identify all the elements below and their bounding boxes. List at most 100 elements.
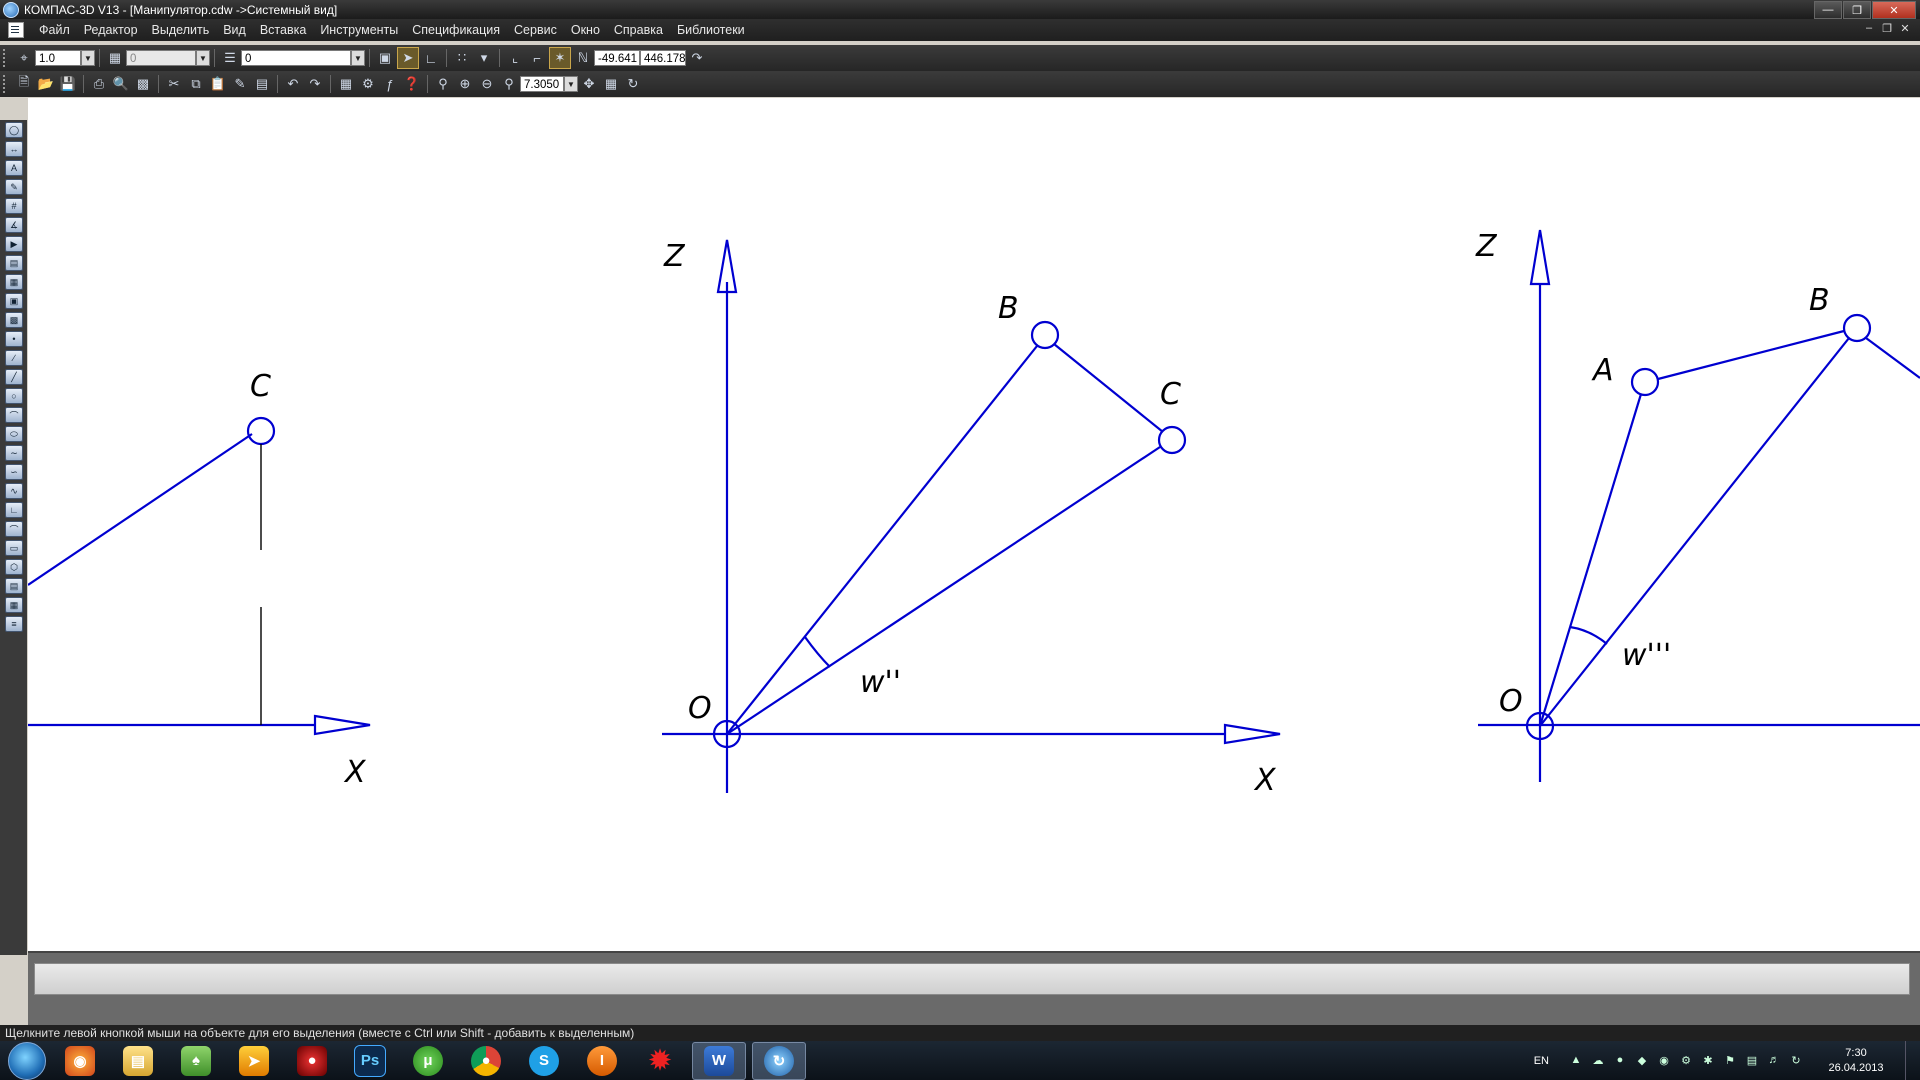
left-x-arrow[interactable] bbox=[313, 714, 371, 736]
document-icon[interactable] bbox=[8, 22, 24, 38]
menu-view[interactable]: Вид bbox=[216, 23, 253, 37]
menu-edit[interactable]: Редактор bbox=[77, 23, 145, 37]
security-icon[interactable]: ◉ bbox=[1656, 1054, 1672, 1068]
show-all-icon[interactable]: ▦ bbox=[601, 74, 621, 94]
middle-joint-c[interactable] bbox=[1157, 425, 1187, 455]
scale-dropdown-icon[interactable]: ▼ bbox=[81, 50, 95, 66]
right-z-arrow[interactable] bbox=[1529, 229, 1551, 286]
fragment-tool-icon[interactable]: ▩ bbox=[5, 312, 23, 328]
taskbar-skype[interactable]: S bbox=[518, 1043, 570, 1079]
left-joint-c[interactable] bbox=[246, 416, 276, 446]
circle-tool-icon[interactable]: ○ bbox=[5, 388, 23, 404]
undo-icon[interactable]: ↶ bbox=[283, 74, 303, 94]
menu-file[interactable]: Файл bbox=[32, 23, 77, 37]
polyline-tool-icon[interactable]: ∽ bbox=[5, 464, 23, 480]
zoom-field[interactable]: 7.3050 bbox=[520, 76, 564, 92]
layers-icon[interactable]: ☰ bbox=[220, 48, 240, 68]
menu-service[interactable]: Сервис bbox=[507, 23, 564, 37]
reports-tool-icon[interactable]: ▦ bbox=[5, 274, 23, 290]
equidistant-tool-icon[interactable]: ≡ bbox=[5, 616, 23, 632]
right-link-ob[interactable] bbox=[1539, 337, 1850, 727]
ellipse-tool-icon[interactable]: ⬭ bbox=[5, 426, 23, 442]
network-icon[interactable]: ▤ bbox=[1744, 1054, 1760, 1068]
aux-line-tool-icon[interactable]: ∕ bbox=[5, 350, 23, 366]
taskbar-chrome[interactable]: ● bbox=[460, 1043, 512, 1079]
view-icon[interactable]: ▣ bbox=[375, 48, 395, 68]
menu-help[interactable]: Справка bbox=[607, 23, 670, 37]
zoom-in-icon[interactable]: ⊕ bbox=[455, 74, 475, 94]
tools-icon[interactable]: ✱ bbox=[1700, 1054, 1716, 1068]
round-icon[interactable]: ✶ bbox=[549, 47, 571, 69]
cursor-pick-icon[interactable]: ↷ bbox=[687, 48, 707, 68]
scale-field[interactable]: 1.0 bbox=[35, 50, 81, 66]
right-joint-b[interactable] bbox=[1842, 313, 1872, 343]
layer-state-dropdown-icon[interactable]: ▼ bbox=[196, 50, 210, 66]
right-link-ab[interactable] bbox=[1657, 329, 1845, 381]
spline-tool-icon[interactable]: ∼ bbox=[5, 445, 23, 461]
variables-icon[interactable]: ⚙ bbox=[358, 74, 378, 94]
zoom-window-icon[interactable]: ⚲ bbox=[433, 74, 453, 94]
show-desktop-button[interactable] bbox=[1905, 1041, 1920, 1080]
zoom-scale-icon[interactable]: ⚲ bbox=[499, 74, 519, 94]
left-link-line[interactable] bbox=[28, 433, 253, 586]
contour-tool-icon[interactable]: ▦ bbox=[5, 597, 23, 613]
layer-state-field[interactable]: 0 bbox=[126, 50, 196, 66]
scale-icon[interactable]: ⌖ bbox=[14, 48, 34, 68]
fillet-tool-icon[interactable]: ⌒ bbox=[5, 521, 23, 537]
middle-link-bc[interactable] bbox=[1053, 343, 1164, 433]
menu-insert[interactable]: Вставка bbox=[253, 23, 313, 37]
layer-field[interactable]: 0 bbox=[241, 50, 351, 66]
polygon-tool-icon[interactable]: ⬡ bbox=[5, 559, 23, 575]
toolbar-grip[interactable] bbox=[3, 49, 9, 67]
hatch-tool-icon[interactable]: ▤ bbox=[5, 578, 23, 594]
properties-icon[interactable]: ▤ bbox=[252, 74, 272, 94]
spec-tool-icon[interactable]: ▤ bbox=[5, 255, 23, 271]
coord-y-field[interactable]: 446.178 bbox=[640, 50, 686, 66]
notation-tool-icon[interactable]: A bbox=[5, 160, 23, 176]
edit-tool-icon[interactable]: ✎ bbox=[5, 179, 23, 195]
ortho-icon[interactable]: ⌐ bbox=[527, 48, 547, 68]
segment-tool-icon[interactable]: ╱ bbox=[5, 369, 23, 385]
refresh-icon[interactable]: ↻ bbox=[623, 74, 643, 94]
right-joint-a[interactable] bbox=[1630, 367, 1660, 397]
print-icon[interactable]: ⎙ bbox=[89, 74, 109, 94]
select-tool-icon[interactable]: ▶ bbox=[5, 236, 23, 252]
taskbar-tube[interactable]: ● bbox=[286, 1043, 338, 1079]
clock[interactable]: 7:30 26.04.2013 bbox=[1813, 1046, 1899, 1076]
help-cursor-icon[interactable]: ❓ bbox=[402, 74, 422, 94]
network-app-icon[interactable]: ☁ bbox=[1590, 1054, 1606, 1068]
menu-tools[interactable]: Инструменты bbox=[313, 23, 405, 37]
taskbar-games[interactable]: ♠ bbox=[170, 1043, 222, 1079]
local-cs-icon[interactable]: ⌞ bbox=[505, 48, 525, 68]
copy-icon[interactable]: ⧉ bbox=[186, 74, 206, 94]
paste-icon[interactable]: 📋 bbox=[208, 74, 228, 94]
arc-tool-icon[interactable]: ⌒ bbox=[5, 407, 23, 423]
open-icon[interactable]: 📂 bbox=[36, 74, 56, 94]
bezier-tool-icon[interactable]: ∿ bbox=[5, 483, 23, 499]
taskbar-photoshop[interactable]: Ps bbox=[344, 1043, 396, 1079]
menu-libraries[interactable]: Библиотеки bbox=[670, 23, 752, 37]
save-icon[interactable]: 💾 bbox=[58, 74, 78, 94]
drawing-svg[interactable]: C X Z X O B C w'' Z O A B w''' bbox=[28, 98, 1920, 951]
minimize-icon[interactable]: — bbox=[1814, 1, 1842, 19]
maximize-icon[interactable]: ❐ bbox=[1843, 1, 1871, 19]
preview-icon[interactable]: 🔍 bbox=[111, 74, 131, 94]
update-icon[interactable]: ↻ bbox=[1788, 1054, 1804, 1068]
right-angle-arc[interactable] bbox=[1569, 625, 1608, 645]
middle-x-arrow[interactable] bbox=[1223, 723, 1281, 745]
zoom-out-icon[interactable]: ⊖ bbox=[477, 74, 497, 94]
close-icon[interactable]: ✕ bbox=[1872, 1, 1916, 19]
zoom-dropdown-icon[interactable]: ▼ bbox=[564, 76, 578, 92]
taskbar-splash[interactable]: ✹ bbox=[634, 1043, 686, 1079]
insert-tool-icon[interactable]: ▣ bbox=[5, 293, 23, 309]
volume-icon[interactable]: ♬ bbox=[1766, 1054, 1782, 1068]
toolbar-grip[interactable] bbox=[3, 75, 9, 93]
snap-icon[interactable]: ➤ bbox=[397, 47, 419, 69]
function-icon[interactable]: ƒ bbox=[380, 74, 400, 94]
manager-icon[interactable]: ▩ bbox=[133, 74, 153, 94]
chamfer-tool-icon[interactable]: ∟ bbox=[5, 502, 23, 518]
point-tool-icon[interactable]: • bbox=[5, 331, 23, 347]
menu-select[interactable]: Выделить bbox=[145, 23, 217, 37]
grid-dropdown-icon[interactable]: ▾ bbox=[474, 48, 494, 68]
doc-minimize-icon[interactable]: – bbox=[1860, 22, 1878, 35]
